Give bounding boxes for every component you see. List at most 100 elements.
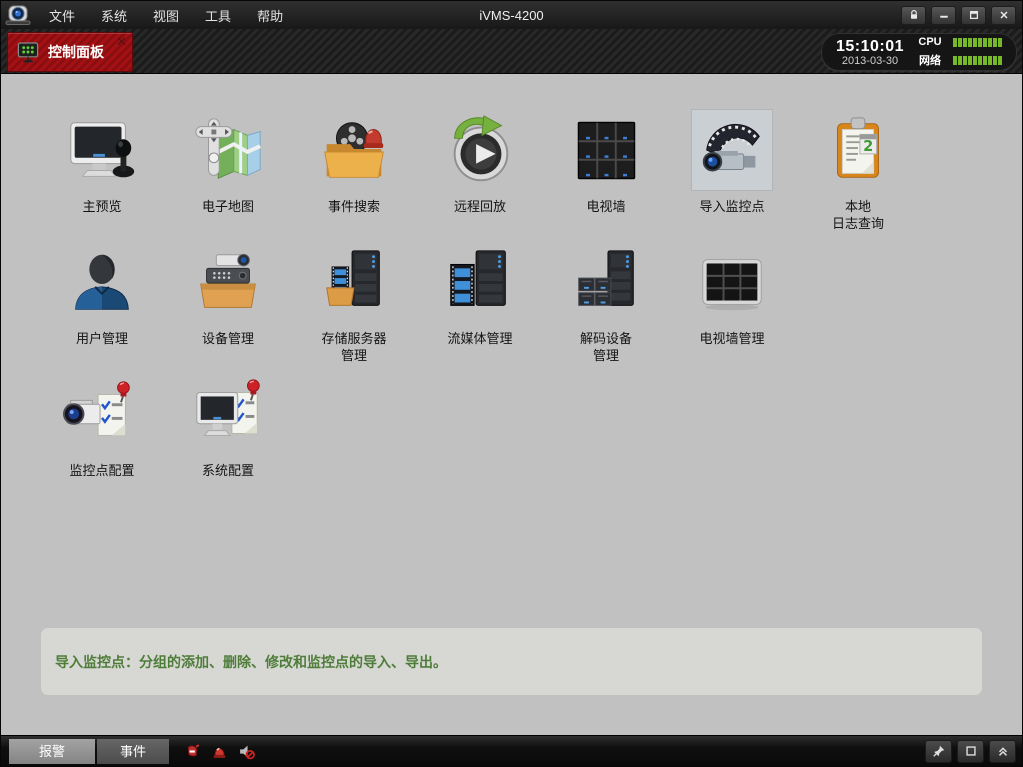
menu-item-tool[interactable]: 工具 — [205, 6, 231, 25]
app-item-label: 本地 日志查询 — [832, 198, 884, 232]
app-grid: 主预览 电子地图 事件搜索 远程回放 电视墙 导入监控点 本地 日志查询用户管理 设备管理 存储… — [39, 110, 1022, 506]
decoding-device-icon — [567, 243, 645, 321]
emap-icon-box — [188, 110, 268, 190]
emap-icon — [189, 111, 267, 189]
main-preview-icon-box — [62, 110, 142, 190]
app-item-tv-wall-management[interactable]: 电视墙管理 — [669, 242, 795, 374]
minimize-icon — [938, 9, 950, 21]
tab-alarm[interactable]: 报警 — [9, 739, 95, 764]
app-item-label: 系统配置 — [202, 462, 254, 479]
alarm-clear-icon — [184, 743, 201, 760]
lock-button[interactable] — [901, 6, 926, 25]
status-bar: 报警 事件 — [1, 735, 1022, 766]
status-right-buttons — [925, 740, 1022, 763]
usage-block: CPU 网络 — [916, 36, 1002, 68]
cpu-label: CPU — [916, 36, 944, 48]
pin-button[interactable] — [925, 740, 952, 763]
app-item-user-management[interactable]: 用户管理 — [39, 242, 165, 374]
tab-control-panel[interactable]: 控制面板 ✕ — [7, 32, 133, 72]
tv-wall-icon-box — [566, 110, 646, 190]
tv-wall-management-icon-box — [692, 242, 772, 322]
tab-event-label: 事件 — [120, 744, 146, 759]
maximize-button[interactable] — [961, 6, 986, 25]
local-log-icon — [819, 111, 897, 189]
event-search-icon-box — [314, 110, 394, 190]
menu-item-help[interactable]: 帮助 — [257, 6, 283, 25]
tv-wall-management-icon — [693, 243, 771, 321]
alarm-status-icons — [184, 743, 255, 760]
camera-config-icon-box — [62, 374, 142, 454]
device-management-icon-box — [188, 242, 268, 322]
app-item-label: 解码设备 管理 — [580, 330, 632, 364]
app-item-stream-media-management[interactable]: 流媒体管理 — [417, 242, 543, 374]
close-icon — [998, 9, 1010, 21]
tab-control-panel-label: 控制面板 — [48, 42, 104, 62]
app-item-device-management[interactable]: 设备管理 — [165, 242, 291, 374]
app-item-main-preview[interactable]: 主预览 — [39, 110, 165, 242]
collapse-button[interactable] — [989, 740, 1016, 763]
camera-config-icon — [63, 375, 141, 453]
ivms-window: 文件系统视图工具帮助 iVMS-4200 控制面板 ✕ 15:10:01 201… — [0, 0, 1023, 767]
device-management-icon — [189, 243, 267, 321]
app-item-local-log-search[interactable]: 本地 日志查询 — [795, 110, 921, 242]
user-management-icon — [63, 243, 141, 321]
tab-close-icon[interactable]: ✕ — [116, 34, 127, 50]
minimize-button[interactable] — [931, 6, 956, 25]
alarm-clear-button[interactable] — [184, 743, 201, 760]
clock-date: 2013-03-30 — [836, 55, 904, 67]
network-label: 网络 — [916, 52, 944, 68]
alarm-siren-button[interactable] — [211, 743, 228, 760]
app-row: 用户管理 设备管理 存储服务器 管理流媒体管理 解码设备 管理 电视墙管理 — [39, 242, 1022, 374]
app-item-tv-wall[interactable]: 电视墙 — [543, 110, 669, 242]
close-button[interactable] — [991, 6, 1016, 25]
stream-media-icon — [441, 243, 519, 321]
app-item-label: 用户管理 — [76, 330, 128, 347]
clock-block: 15:10:01 2013-03-30 — [836, 38, 904, 67]
app-item-system-config[interactable]: 系统配置 — [165, 374, 291, 506]
remote-playback-icon — [441, 111, 519, 189]
app-item-camera-config[interactable]: 监控点配置 — [39, 374, 165, 506]
app-item-remote-playback[interactable]: 远程回放 — [417, 110, 543, 242]
restore-panel-button[interactable] — [957, 740, 984, 763]
app-item-label: 远程回放 — [454, 198, 506, 215]
tab-alarm-label: 报警 — [39, 744, 65, 759]
app-item-label: 监控点配置 — [69, 462, 134, 479]
app-item-label: 电视墙 — [586, 198, 625, 215]
storage-server-icon-box — [314, 242, 394, 322]
import-camera-icon-box — [692, 110, 772, 190]
network-meter — [953, 56, 1002, 65]
window-controls — [901, 6, 1022, 25]
maximize-icon — [968, 9, 980, 21]
clock-time: 15:10:01 — [836, 38, 904, 55]
tv-wall-icon — [567, 111, 645, 189]
app-item-storage-server-management[interactable]: 存储服务器 管理 — [291, 242, 417, 374]
tab-event[interactable]: 事件 — [97, 739, 169, 764]
restore-icon — [964, 744, 978, 758]
app-item-label: 事件搜索 — [328, 198, 380, 215]
audio-mute-button[interactable] — [238, 743, 255, 760]
remote-playback-icon-box — [440, 110, 520, 190]
app-description: 导入监控点：分组的添加、删除、修改和监控点的导入、导出。 — [55, 652, 447, 672]
app-description-box: 导入监控点：分组的添加、删除、修改和监控点的导入、导出。 — [41, 628, 982, 695]
app-item-label: 主预览 — [82, 198, 121, 215]
app-row: 主预览 电子地图 事件搜索 远程回放 电视墙 导入监控点 本地 日志查询 — [39, 110, 1022, 242]
menu-item-view[interactable]: 视图 — [153, 6, 179, 25]
app-item-event-search[interactable]: 事件搜索 — [291, 110, 417, 242]
app-item-import-camera[interactable]: 导入监控点 — [669, 110, 795, 242]
control-panel-content: 主预览 电子地图 事件搜索 远程回放 电视墙 导入监控点 本地 日志查询用户管理 设备管理 存储… — [1, 74, 1022, 735]
app-item-emap[interactable]: 电子地图 — [165, 110, 291, 242]
menu-item-file[interactable]: 文件 — [49, 6, 75, 25]
app-item-label: 电子地图 — [202, 198, 254, 215]
app-item-label: 流媒体管理 — [447, 330, 512, 347]
storage-server-icon — [315, 243, 393, 321]
app-item-label: 导入监控点 — [699, 198, 764, 215]
menu-item-system[interactable]: 系统 — [101, 6, 127, 25]
app-item-decoding-device-management[interactable]: 解码设备 管理 — [543, 242, 669, 374]
app-item-label: 设备管理 — [202, 330, 254, 347]
system-config-icon — [189, 375, 267, 453]
app-row: 监控点配置 系统配置 — [39, 374, 1022, 506]
collapse-icon — [996, 744, 1010, 758]
main-preview-icon — [63, 111, 141, 189]
lock-icon — [908, 9, 920, 21]
user-management-icon-box — [62, 242, 142, 322]
